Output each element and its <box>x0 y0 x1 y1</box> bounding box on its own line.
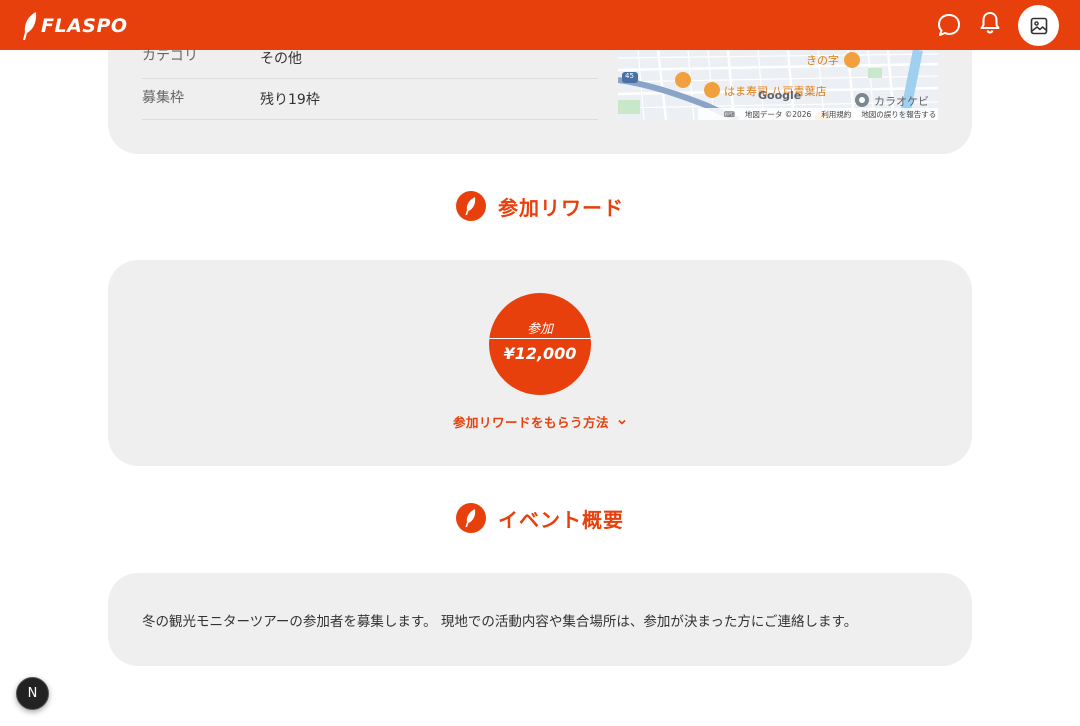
reward-amount: ¥12,000 <box>503 344 577 363</box>
map-route-label: 45 <box>625 72 634 80</box>
howto-label: 参加リワードをもらう方法 <box>452 415 609 430</box>
reward-amount-badge: 参加 ¥12,000 <box>489 293 591 395</box>
google-logo: Google <box>758 89 802 102</box>
badge-divider <box>489 338 591 339</box>
logo-text: FLASPO <box>41 15 128 37</box>
reward-caption: 参加 <box>526 322 553 337</box>
feather-icon <box>456 191 486 221</box>
flaspo-logo[interactable]: FLASPO <box>20 10 128 42</box>
bell-icon[interactable] <box>977 10 1003 36</box>
feather-icon <box>456 503 486 533</box>
map-footer: ⌨ 地図データ ©2026 利用規約 地図の誤りを報告する <box>698 108 938 120</box>
overview-card: 冬の観光モニターツアーの参加者を募集します。 現地での活動内容や集合場所は、参加… <box>108 573 972 666</box>
feather-logo-icon <box>23 12 37 40</box>
image-icon <box>1030 17 1047 34</box>
info-value: 残り19枠 <box>260 92 320 108</box>
reward-section-title: 参加リワード <box>0 191 1080 221</box>
event-description: 冬の観光モニターツアーの参加者を募集します。 現地での活動内容や集合場所は、参加… <box>142 614 858 630</box>
info-value: その他 <box>260 51 302 67</box>
section-title-text: イベント概要 <box>498 507 624 532</box>
map-data-attribution: 地図データ ©2026 <box>744 109 812 119</box>
section-title-text: 参加リワード <box>498 195 624 220</box>
reward-howto-toggle[interactable]: 参加リワードをもらう方法 <box>108 412 972 431</box>
chevron-down-icon <box>618 419 626 425</box>
map-report-link[interactable]: 地図の誤りを報告する <box>861 109 936 120</box>
app-header: FLASPO <box>0 0 1080 50</box>
map-terms-link[interactable]: 利用規約 <box>821 109 851 120</box>
chat-icon[interactable] <box>936 12 962 38</box>
map-place-label: カラオケビ <box>874 95 929 108</box>
info-row-slots: 募集枠 残り19枠 <box>142 79 598 120</box>
keyboard-shortcuts-icon[interactable]: ⌨ <box>724 110 735 119</box>
dev-tools-badge[interactable]: N <box>16 677 49 710</box>
event-location-map[interactable]: 45 きの字 はま寿司 八戸青葉店 カラオケビ Google ⌨ 地図データ ©… <box>618 50 938 120</box>
info-label: 募集枠 <box>142 90 184 106</box>
reward-card: 参加 ¥12,000 参加リワードをもらう方法 <box>108 260 972 466</box>
overview-section-title: イベント概要 <box>0 503 1080 533</box>
avatar-button[interactable] <box>1018 5 1059 46</box>
map-place-label: きの字 <box>806 54 839 67</box>
